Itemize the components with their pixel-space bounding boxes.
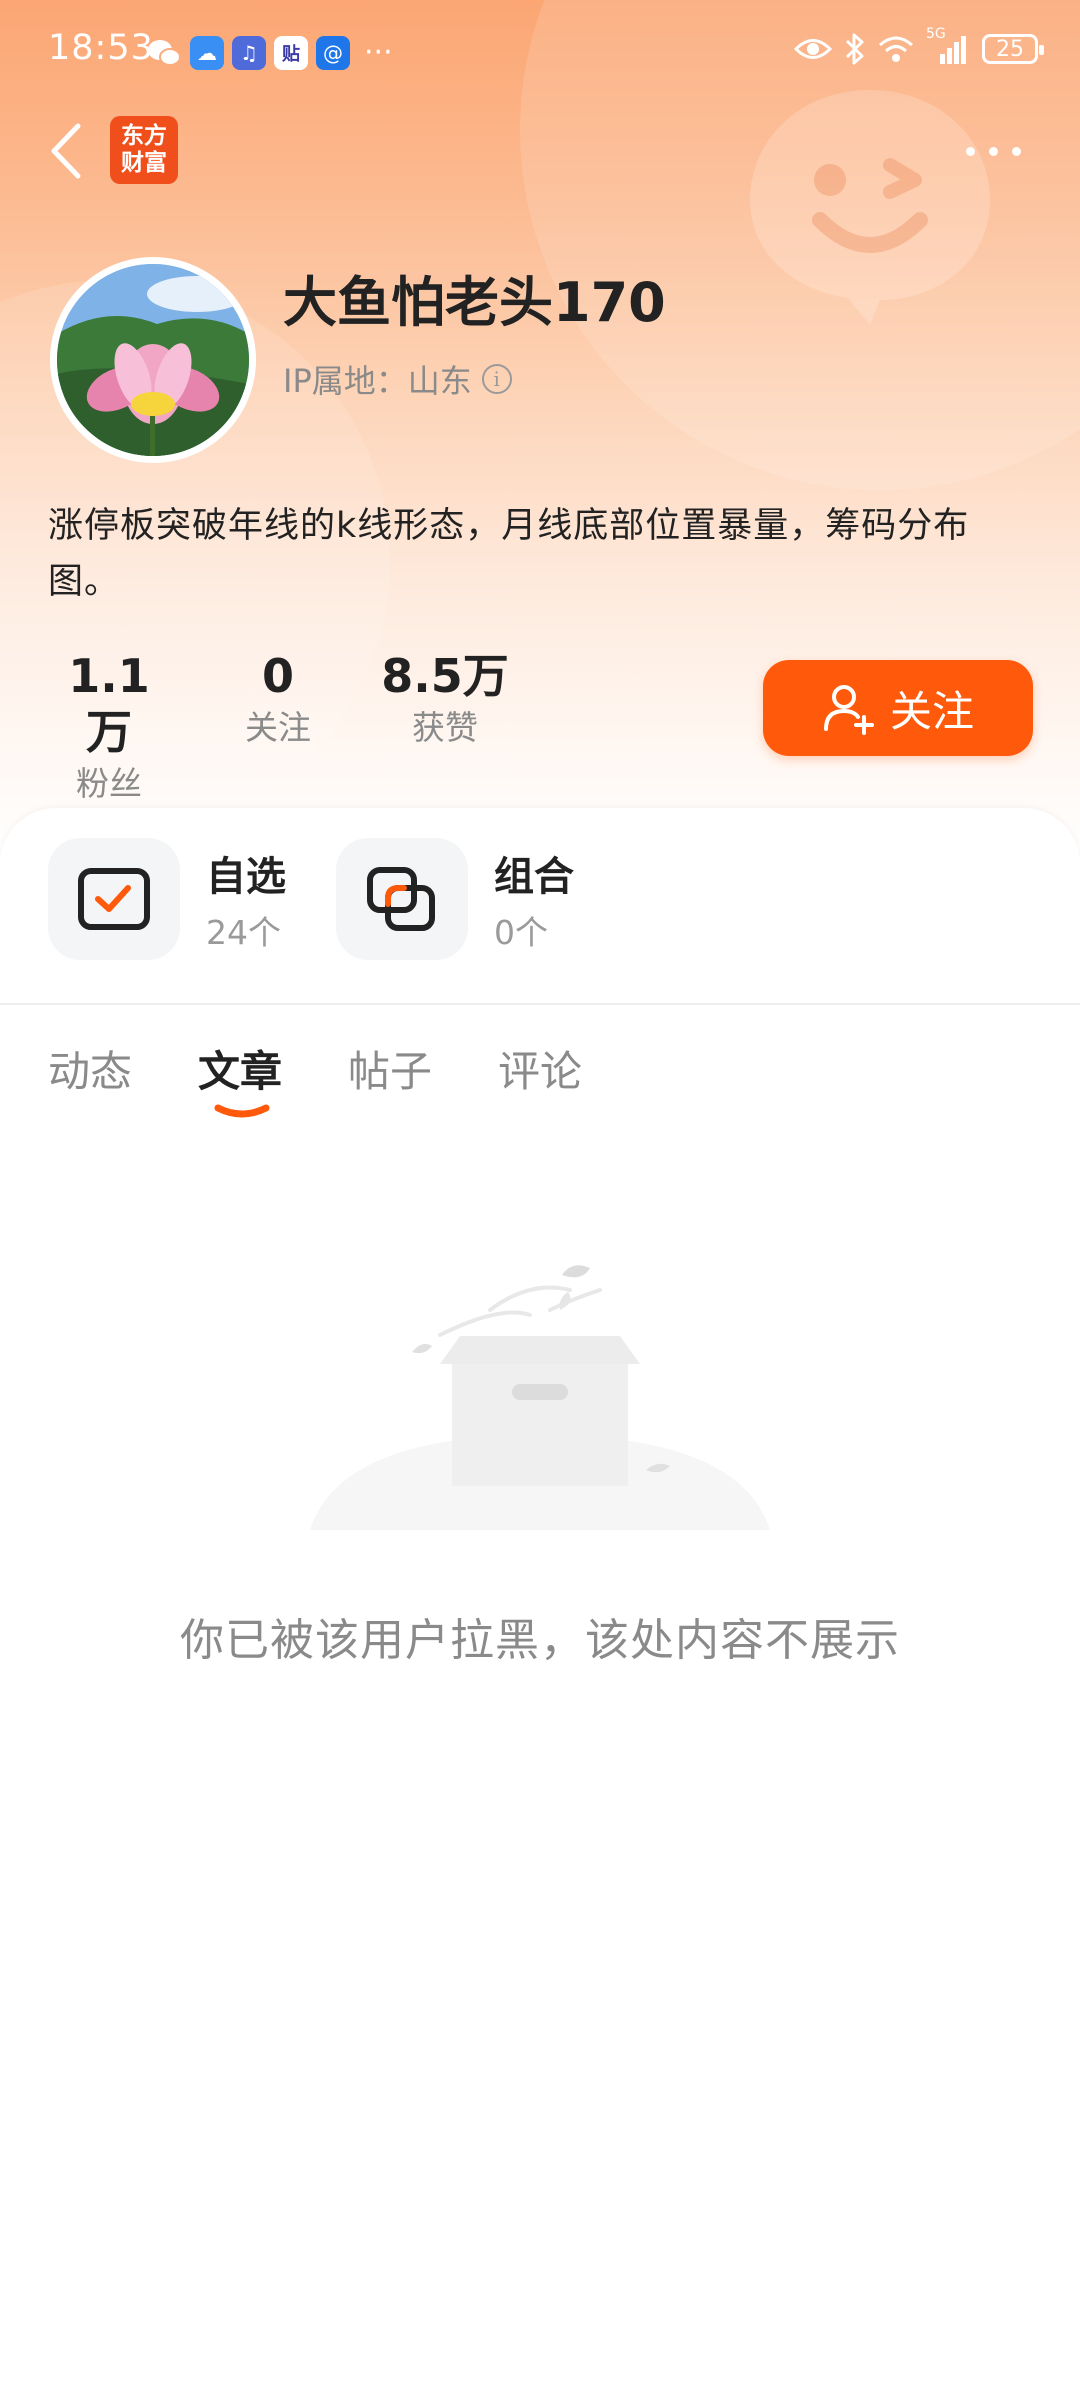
system-icons: 5G 25 xyxy=(794,26,1044,66)
bluetooth-icon xyxy=(845,33,864,65)
watchlist-title: 自选 xyxy=(206,854,286,900)
stat-value: 0 xyxy=(261,649,294,703)
follow-button[interactable]: 关注 xyxy=(763,660,1033,756)
app-logo: 东方 财富 xyxy=(110,116,178,184)
more-options-icon[interactable] xyxy=(966,136,1026,166)
empty-state-message: 你已被该用户拉黑，该处内容不展示 xyxy=(180,1615,900,1666)
back-button[interactable] xyxy=(42,118,92,184)
tieba-app-icon: 贴 xyxy=(274,36,308,70)
stat-following[interactable]: 0 关注 xyxy=(218,648,338,752)
active-tab-indicator xyxy=(214,1104,270,1118)
empty-box-illustration xyxy=(310,1265,770,1530)
stat-value: 8.5万 xyxy=(381,649,509,703)
ip-location-text: IP属地：山东 xyxy=(283,362,472,400)
stat-label: 关注 xyxy=(245,708,311,747)
username: 大鱼怕老头170 xyxy=(283,271,666,334)
bio-text: 涨停板突破年线的k线形态，月线底部位置暴量，筹码分布图。 xyxy=(48,506,970,602)
status-bar: 18:53 ☁ ♫ 贴 @ ··· 5G 25 xyxy=(0,0,1080,104)
checkbox-check-icon xyxy=(78,868,150,930)
lotus-avatar-image xyxy=(57,264,249,456)
cellular-signal-icon: 5G xyxy=(926,26,970,66)
overlapping-squares-icon xyxy=(367,867,435,931)
mascot-bubble-icon xyxy=(750,90,990,325)
tab-posts[interactable]: 帖子 xyxy=(348,1038,432,1099)
portfolio-entry[interactable]: 组合 0个 xyxy=(336,838,596,960)
more-notifications-icon: ··· xyxy=(364,35,393,70)
follow-button-label: 关注 xyxy=(889,686,974,736)
eye-icon xyxy=(794,39,832,59)
tab-articles[interactable]: 文章 xyxy=(198,1038,282,1099)
status-time: 18:53 xyxy=(48,28,154,68)
stat-label: 粉丝 xyxy=(76,764,142,803)
portfolio-count: 0个 xyxy=(494,913,548,952)
watchlist-icon-tile xyxy=(48,838,180,960)
add-user-icon xyxy=(823,685,874,735)
watchlist-count: 24个 xyxy=(206,913,281,952)
logo-text-line2: 财富 xyxy=(121,149,167,176)
stat-fans[interactable]: 1.1万 粉丝 xyxy=(48,648,170,808)
logo-text-line1: 东方 xyxy=(121,122,167,149)
stat-label: 获赞 xyxy=(412,708,478,747)
portfolio-title: 组合 xyxy=(494,854,574,900)
cloud-app-icon: ☁ xyxy=(190,36,224,70)
music-app-icon: ♫ xyxy=(232,36,266,70)
avatar[interactable] xyxy=(50,257,256,463)
tab-comments[interactable]: 评论 xyxy=(498,1038,582,1099)
wechat-icon xyxy=(148,40,181,66)
notification-icons: ☁ ♫ 贴 @ ··· xyxy=(146,36,393,70)
stat-likes[interactable]: 8.5万 获赞 xyxy=(380,648,510,752)
content-tabs: 动态 文章 帖子 评论 xyxy=(0,1030,1080,1130)
section-divider xyxy=(0,1003,1080,1005)
stat-value: 1.1万 xyxy=(68,649,150,759)
browser-app-icon: @ xyxy=(316,36,350,70)
info-icon[interactable]: i xyxy=(481,364,512,394)
portfolio-icon-tile xyxy=(336,838,468,960)
wifi-icon xyxy=(879,36,913,62)
watchlist-entry[interactable]: 自选 24个 xyxy=(48,838,308,960)
ip-location: IP属地：山东 i xyxy=(283,356,512,402)
profile-stats: 1.1万 粉丝 0 关注 8.5万 获赞 xyxy=(0,648,600,803)
tab-dynamics[interactable]: 动态 xyxy=(48,1038,132,1099)
battery-icon: 25 xyxy=(982,34,1044,64)
